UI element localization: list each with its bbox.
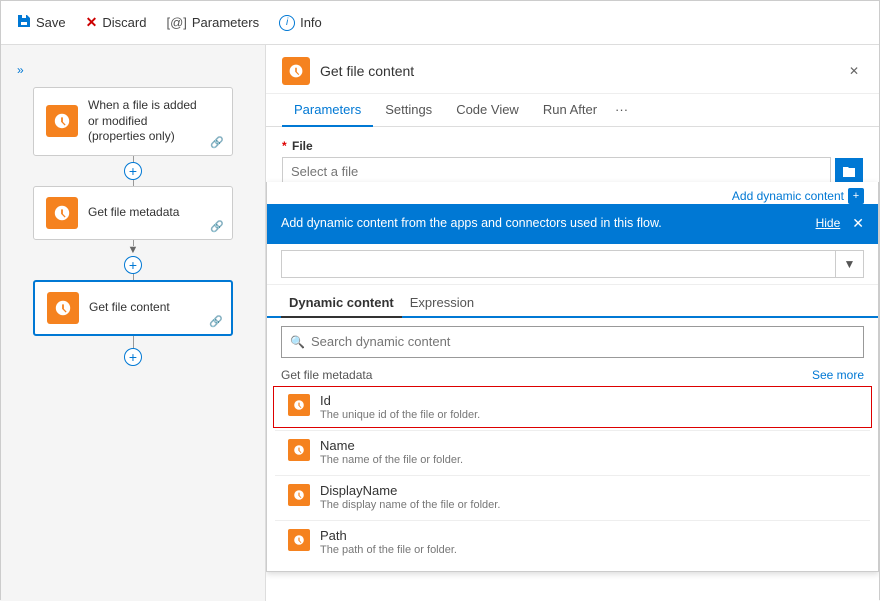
tab-parameters[interactable]: Parameters (282, 94, 373, 127)
expand-icon[interactable]: » (17, 63, 24, 77)
add-dynamic-icon[interactable]: + (848, 188, 864, 204)
link-icon: 🔗 (210, 136, 224, 149)
item-desc: The path of the file or folder. (320, 544, 857, 556)
discard-icon: ✕ (86, 14, 98, 31)
content-label: Get file content (89, 300, 170, 316)
tab-settings[interactable]: Settings (373, 94, 444, 127)
main-layout: » When a file is addedor modified(proper… (1, 45, 879, 601)
list-item[interactable]: DisplayName The display name of the file… (273, 476, 872, 518)
params-content: * File Add dynamic content + Add dynamic (266, 127, 879, 601)
tab-code-view[interactable]: Code View (444, 94, 531, 127)
discard-button[interactable]: ✕ Discard (86, 14, 147, 31)
content-tabs: Dynamic content Expression (267, 289, 878, 318)
add-dynamic-row: Add dynamic content + (267, 182, 878, 204)
dynamic-list: Get file metadata See more Id The unique… (267, 358, 878, 571)
add-step-2[interactable]: + (124, 256, 142, 274)
item-body-id: Id The unique id of the file or folder. (320, 393, 857, 421)
content-tab-expression[interactable]: Expression (402, 289, 482, 316)
item-body-displayname: DisplayName The display name of the file… (320, 483, 857, 511)
item-name: Path (320, 528, 857, 543)
add-step-3[interactable]: + (124, 348, 142, 366)
list-item[interactable]: Name The name of the file or folder. (273, 431, 872, 473)
search-input[interactable] (311, 334, 855, 349)
panel-tabs: Parameters Settings Code View Run After … (266, 94, 879, 127)
item-name: Name (320, 438, 857, 453)
info-button[interactable]: i Info (279, 15, 322, 31)
connector-2: ▼ + (124, 240, 142, 280)
info-icon: i (279, 15, 295, 31)
flow-canvas: » When a file is addedor modified(proper… (1, 45, 266, 601)
link-icon-3: 🔗 (209, 315, 223, 328)
item-desc: The name of the file or folder. (320, 454, 857, 466)
search-box: 🔍 (281, 326, 864, 358)
item-body-name: Name The name of the file or folder. (320, 438, 857, 466)
item-desc: The unique id of the file or folder. (320, 409, 857, 421)
link-icon-2: 🔗 (210, 220, 224, 233)
trigger-label: When a file is addedor modified(properti… (88, 98, 197, 145)
section-header: Get file metadata See more (267, 364, 878, 386)
content-icon (47, 292, 79, 324)
list-item[interactable]: Path The path of the file or folder. (273, 521, 872, 563)
item-icon-name (288, 439, 310, 461)
list-item[interactable]: Id The unique id of the file or folder. (273, 386, 872, 428)
item-icon-path (288, 529, 310, 551)
metadata-card[interactable]: Get file metadata 🔗 (33, 186, 233, 240)
tab-more[interactable]: ··· (609, 94, 634, 126)
item-icon-id (288, 394, 310, 416)
trigger-card[interactable]: When a file is addedor modified(properti… (33, 87, 233, 156)
dynamic-banner: Add dynamic content from the apps and co… (267, 204, 878, 244)
content-card[interactable]: Get file content 🔗 (33, 280, 233, 336)
save-icon (17, 14, 31, 31)
dynamic-content-panel: Add dynamic content + Add dynamic conten… (266, 182, 879, 572)
panel-title: Get file content (320, 63, 839, 79)
banner-text: Add dynamic content from the apps and co… (281, 215, 816, 233)
item-name: DisplayName (320, 483, 857, 498)
parameters-icon: [@] (166, 15, 186, 30)
dropdown-field[interactable] (281, 250, 836, 278)
add-dynamic-link[interactable]: Add dynamic content (732, 189, 844, 203)
connector-1: + (124, 156, 142, 186)
item-desc: The display name of the file or folder. (320, 499, 857, 511)
required-marker: * (282, 139, 287, 153)
item-name: Id (320, 393, 857, 408)
hide-link[interactable]: Hide (816, 215, 841, 232)
item-icon-displayname (288, 484, 310, 506)
item-body-path: Path The path of the file or folder. (320, 528, 857, 556)
search-icon: 🔍 (290, 335, 305, 349)
add-step-1[interactable]: + (124, 162, 142, 180)
section-title: Get file metadata (281, 368, 372, 382)
see-more-link[interactable]: See more (812, 368, 864, 382)
file-field-label: * File (282, 139, 863, 153)
metadata-icon (46, 197, 78, 229)
panel-header: Get file content ✕ (266, 45, 879, 94)
content-tab-dynamic[interactable]: Dynamic content (281, 289, 402, 318)
toolbar: Save ✕ Discard [@] Parameters i Info (1, 1, 879, 45)
save-button[interactable]: Save (17, 14, 66, 31)
tab-run-after[interactable]: Run After (531, 94, 609, 127)
panel-action-icon (282, 57, 310, 85)
collapse-icon[interactable]: ✕ (849, 64, 859, 78)
action-panel: Get file content ✕ Parameters Settings C… (266, 45, 879, 601)
connector-3: + (124, 336, 142, 366)
search-row: 🔍 (267, 318, 878, 358)
trigger-icon (46, 105, 78, 137)
dropdown-chevron-icon[interactable]: ▼ (836, 250, 864, 278)
parameters-button[interactable]: [@] Parameters (166, 15, 259, 30)
metadata-label: Get file metadata (88, 205, 179, 221)
banner-close-icon[interactable]: ✕ (852, 214, 864, 234)
dropdown-row: ▼ (267, 244, 878, 285)
